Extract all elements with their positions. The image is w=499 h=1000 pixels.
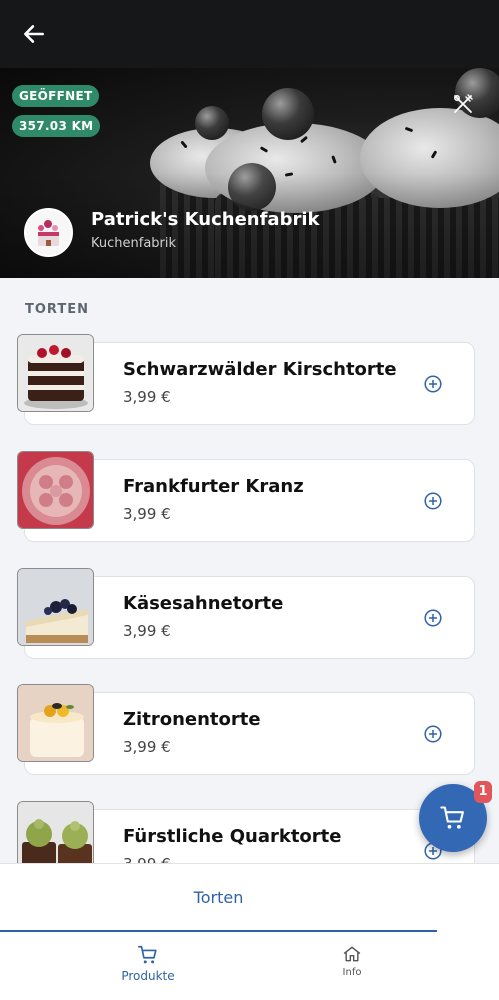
product-image [17, 451, 94, 529]
plus-circle-icon [424, 609, 442, 627]
back-button[interactable] [18, 18, 50, 50]
product-image [17, 568, 94, 646]
product-price: 3,99 € [123, 855, 171, 863]
product-price: 3,99 € [123, 388, 171, 406]
add-to-cart-button[interactable] [424, 609, 442, 627]
shop-name: Patrick's Kuchenfabrik [91, 209, 320, 230]
top-app-bar [0, 0, 499, 68]
product-card[interactable]: Frankfurter Kranz 3,99 € [17, 451, 475, 542]
product-card[interactable]: Schwarzwälder Kirschtorte 3,99 € [17, 334, 475, 425]
nav-item-produkte[interactable]: Produkte [103, 944, 193, 983]
product-name: Fürstliche Quarktorte [123, 826, 342, 847]
section-title: TORTEN [25, 302, 89, 317]
add-to-cart-button[interactable] [424, 492, 442, 510]
nav-label: Info [342, 967, 362, 978]
plus-circle-icon [424, 492, 442, 510]
product-price: 3,99 € [123, 622, 171, 640]
cart-count-badge: 1 [474, 781, 492, 803]
category-tab-bar: Torten [0, 863, 499, 933]
bottom-navigation: Produkte Info [0, 932, 499, 1000]
product-name: Zitronentorte [123, 709, 261, 730]
product-card[interactable]: Käsesahnetorte 3,99 € [17, 568, 475, 659]
shop-logo [24, 208, 73, 257]
plus-circle-icon [424, 375, 442, 393]
nav-label: Produkte [121, 969, 175, 983]
tab-torten[interactable]: Torten [0, 888, 437, 907]
home-icon [343, 946, 361, 962]
open-status-badge: GEÖFFNET [12, 85, 100, 107]
distance-badge: 357.03 KM [12, 115, 101, 137]
product-card[interactable]: Fürstliche Quarktorte 3,99 € [17, 801, 475, 863]
product-card[interactable]: Zitronentorte 3,99 € [17, 684, 475, 775]
cutlery-icon [454, 94, 473, 113]
arrow-left-icon [24, 25, 44, 43]
product-image [17, 801, 94, 863]
product-name: Schwarzwälder Kirschtorte [123, 359, 397, 380]
product-name: Frankfurter Kranz [123, 476, 304, 497]
product-price: 3,99 € [123, 738, 171, 756]
product-price: 3,99 € [123, 505, 171, 523]
product-list[interactable]: Schwarzwälder Kirschtorte 3,99 € Frankfu… [0, 330, 499, 863]
product-image [17, 334, 94, 412]
add-to-cart-button[interactable] [424, 725, 442, 743]
cart-icon [440, 806, 464, 829]
product-image [17, 684, 94, 762]
add-to-cart-button[interactable] [424, 375, 442, 393]
cart-icon [138, 945, 157, 964]
shop-subtitle: Kuchenfabrik [91, 236, 177, 251]
nav-item-info[interactable]: Info [307, 944, 397, 978]
product-name: Käsesahnetorte [123, 593, 284, 614]
plus-circle-icon [424, 725, 442, 743]
cutlery-button[interactable] [451, 92, 475, 116]
